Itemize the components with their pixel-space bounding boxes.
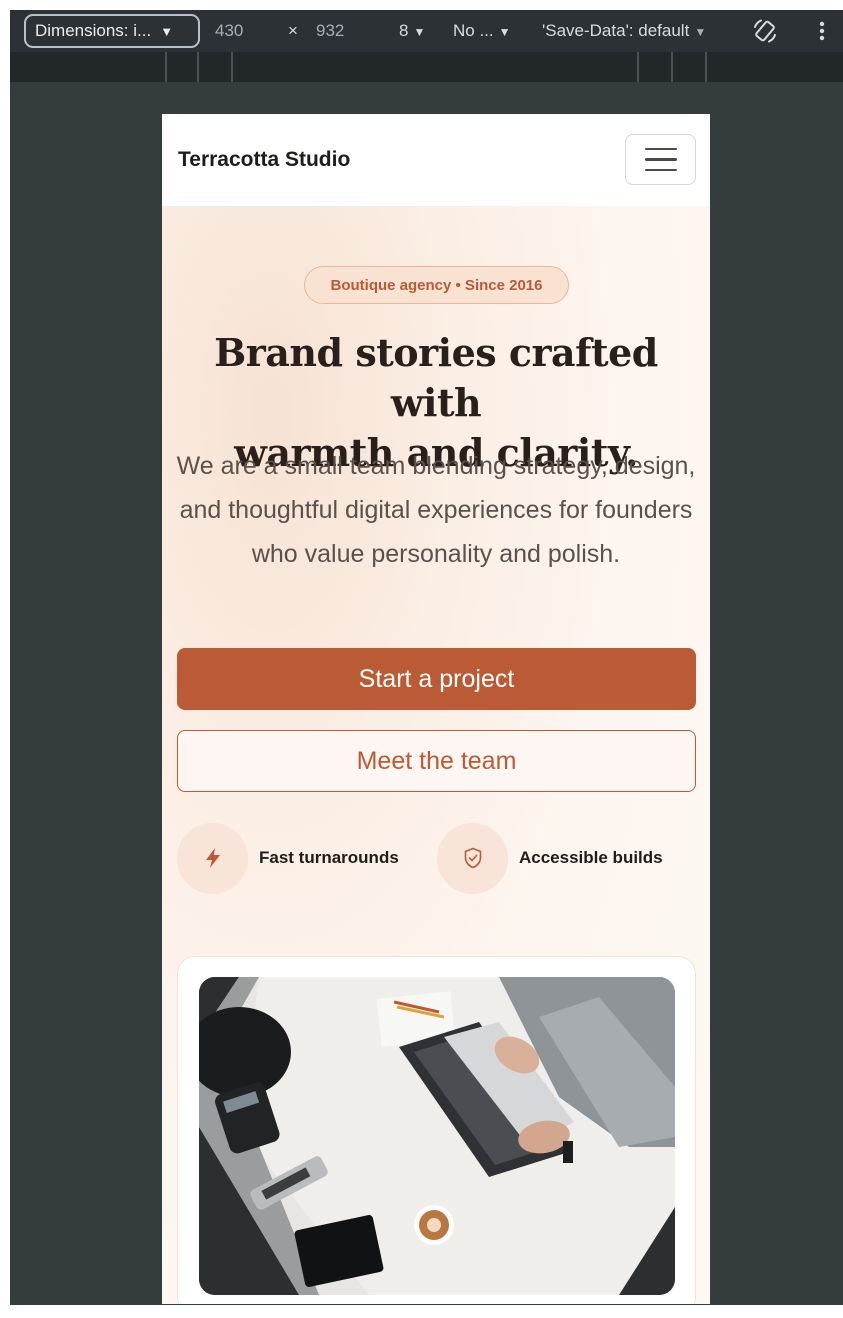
feature-label: Accessible builds bbox=[519, 848, 663, 867]
ruler-tick bbox=[671, 52, 673, 82]
height-input[interactable]: 932 bbox=[316, 21, 344, 41]
shield-check-icon bbox=[464, 847, 481, 869]
media-query-ruler bbox=[10, 52, 843, 82]
throttle-dropdown[interactable]: No ... ▼ bbox=[453, 21, 511, 41]
throttle-value: No ... bbox=[453, 21, 494, 40]
ruler-tick bbox=[165, 52, 167, 82]
dimensions-dropdown[interactable]: Dimensions: i... ▼ bbox=[24, 14, 200, 48]
dimensions-label: Dimensions: i... bbox=[35, 21, 152, 40]
more-vertical-icon[interactable] bbox=[815, 19, 829, 43]
hero-subtext: We are a small team blending strategy, d… bbox=[176, 452, 696, 568]
window-edge bbox=[0, 0, 10, 1318]
zoom-dropdown[interactable]: 8 ▼ bbox=[399, 21, 425, 41]
feature-accessible-builds: Accessible builds bbox=[437, 822, 663, 894]
times-icon: × bbox=[288, 21, 298, 40]
office-desk-photo bbox=[199, 977, 675, 1295]
save-data-value: 'Save-Data': default bbox=[542, 21, 690, 40]
feature-fast-turnarounds: Fast turnarounds bbox=[177, 822, 399, 894]
start-project-button[interactable]: Start a project bbox=[177, 648, 696, 710]
feature-icon-circle bbox=[437, 822, 508, 894]
lightning-icon bbox=[205, 848, 220, 868]
meet-team-button[interactable]: Meet the team bbox=[177, 730, 696, 792]
menu-toggle-button[interactable] bbox=[625, 134, 696, 185]
stage-bottom bbox=[10, 1305, 843, 1318]
chevron-down-icon: ▼ bbox=[694, 25, 707, 39]
hamburger-icon bbox=[644, 158, 677, 161]
site-navbar: Terracotta Studio bbox=[162, 114, 710, 206]
feature-icon-circle bbox=[177, 822, 248, 894]
mobile-viewport: Terracotta Studio Boutique agency • Sinc… bbox=[162, 114, 710, 1304]
zoom-value: 8 bbox=[399, 21, 409, 40]
chevron-down-icon: ▼ bbox=[413, 25, 426, 39]
ruler-tick bbox=[231, 52, 233, 82]
chevron-down-icon: ▼ bbox=[498, 25, 511, 39]
hamburger-icon bbox=[644, 168, 677, 172]
brand-link[interactable]: Terracotta Studio bbox=[178, 148, 350, 172]
save-data-dropdown[interactable]: 'Save-Data': default ▼ bbox=[542, 21, 706, 41]
agency-badge: Boutique agency • Since 2016 bbox=[304, 266, 569, 304]
ruler-tick bbox=[705, 52, 707, 82]
hero-image-card bbox=[177, 956, 696, 1304]
rotate-icon[interactable] bbox=[752, 18, 778, 44]
desk-illustration bbox=[199, 977, 675, 1295]
ruler-tick bbox=[637, 52, 639, 82]
headline-line: Brand stories crafted with bbox=[214, 330, 658, 425]
device-toolbar: Dimensions: i... ▼ 430 × 932 8 ▼ No ... ▼ … bbox=[10, 10, 843, 52]
feature-label: Fast turnarounds bbox=[259, 848, 399, 867]
ruler-tick bbox=[197, 52, 199, 82]
chevron-down-icon: ▼ bbox=[160, 23, 174, 39]
width-input[interactable]: 430 bbox=[215, 21, 243, 41]
hamburger-icon bbox=[644, 147, 677, 151]
